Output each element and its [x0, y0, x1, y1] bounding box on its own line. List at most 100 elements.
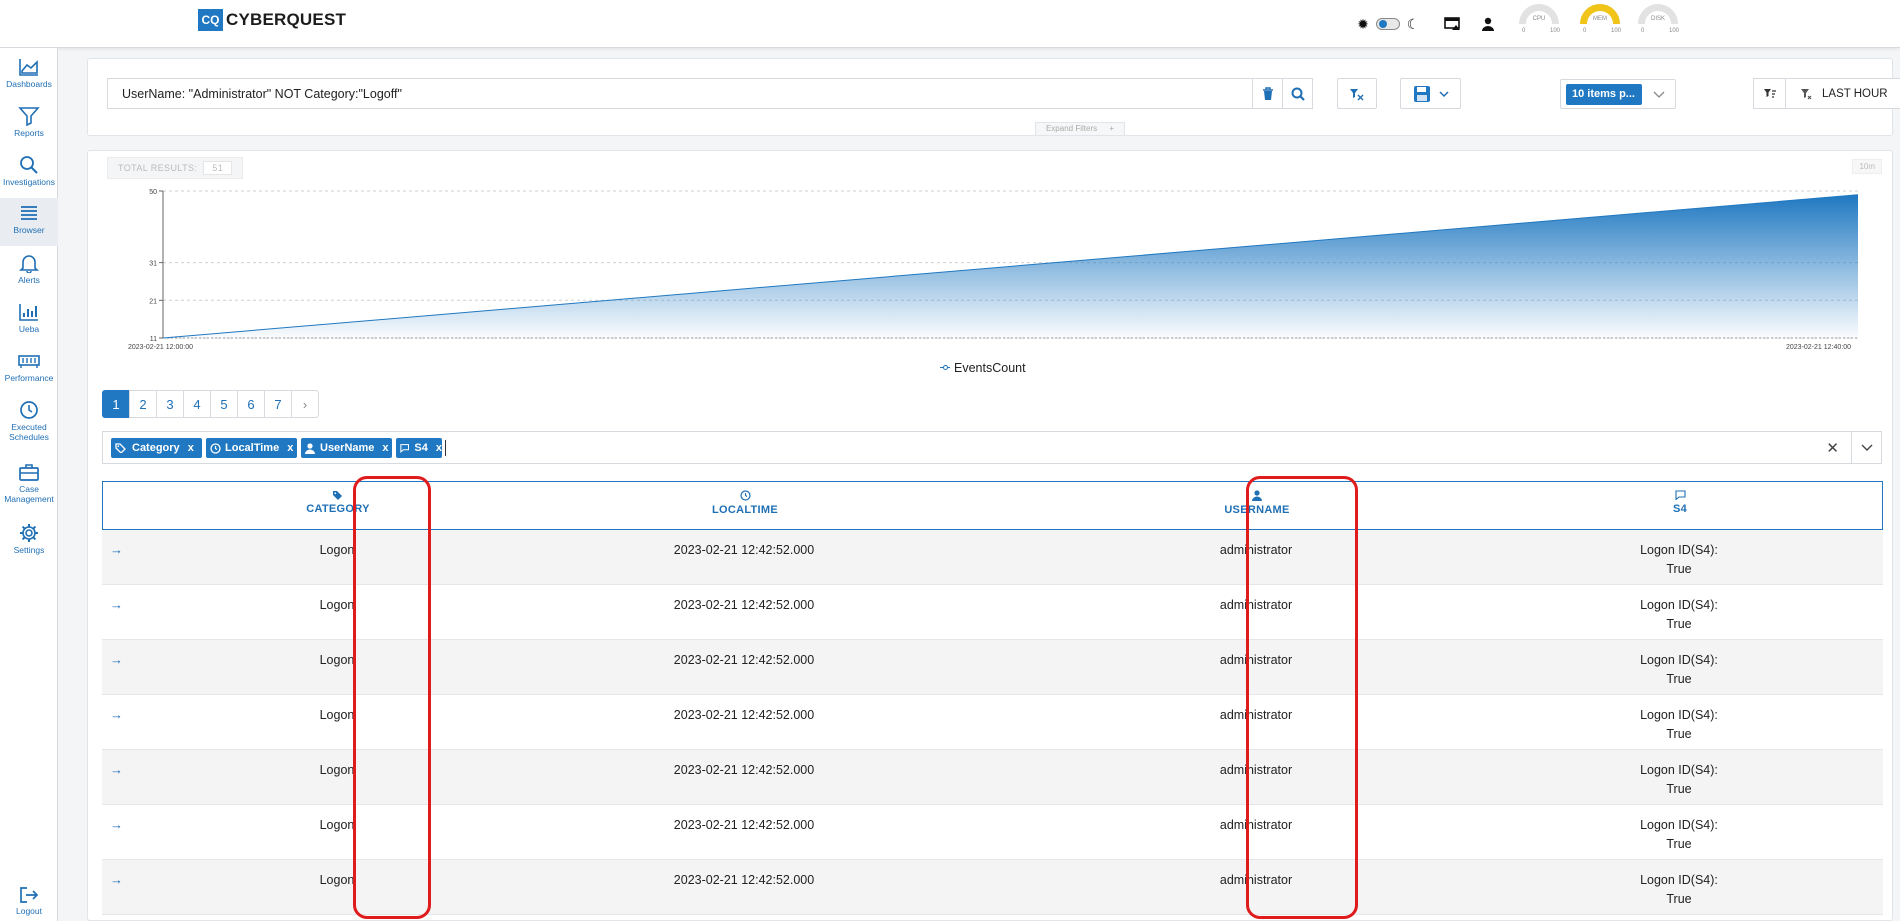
sidebar-item-performance[interactable]: Performance	[0, 346, 58, 394]
remove-chip-icon[interactable]: x	[188, 442, 194, 454]
chip-label: Category	[132, 442, 180, 454]
remove-chip-icon[interactable]: x	[436, 442, 442, 454]
cell-localtime: 2023-02-21 12:42:52.000	[673, 818, 815, 832]
cell-s4: Logon ID(S4): True	[1629, 871, 1729, 909]
page-button-7[interactable]: 7	[264, 390, 292, 418]
time-filter-button[interactable]	[1754, 79, 1786, 108]
sidebar-item-case-management[interactable]: Case Management	[0, 457, 58, 515]
chevron-down-icon	[1861, 444, 1872, 451]
x-tick-label: 2023-02-21 12:00:00	[128, 344, 193, 351]
column-dropdown-toggle[interactable]	[1851, 432, 1881, 463]
next-page-button[interactable]: ›	[291, 390, 319, 418]
sidebar-item-ueba[interactable]: Ueba	[0, 297, 58, 345]
top-bar: CQ CYBERQUEST ✹ ☾ CPU 0 100 MEM 0 100 DI…	[0, 0, 1900, 48]
chip-label: S4	[414, 442, 428, 454]
remove-chip-icon[interactable]: x	[287, 442, 293, 454]
cell-localtime: 2023-02-21 12:42:52.000	[673, 708, 815, 722]
column-chip-category[interactable]: Category x	[111, 438, 202, 458]
interval-badge[interactable]: 10m	[1852, 159, 1882, 174]
disk-gauge-min: 0	[1641, 28, 1645, 34]
expand-filters-toggle[interactable]: Expand Filters +	[1035, 122, 1125, 136]
sun-icon: ✹	[1357, 15, 1369, 32]
expand-row-arrow-icon[interactable]: →	[110, 542, 123, 557]
column-header-s4[interactable]: S4	[1640, 482, 1720, 529]
sidebar: Dashboards Reports Investigations Browse…	[0, 48, 58, 921]
total-results-label: TOTAL RESULTS:	[118, 163, 198, 173]
theme-toggle[interactable]	[1376, 18, 1400, 30]
cell-s4-line1: Logon ID(S4):	[1640, 763, 1718, 777]
monitor-alert-icon	[1444, 17, 1460, 30]
disk-gauge: DISK 0 100	[1637, 4, 1679, 36]
page-button-5[interactable]: 5	[210, 390, 238, 418]
cell-localtime: 2023-02-21 12:42:52.000	[673, 543, 815, 557]
filter-icon	[18, 107, 40, 126]
cell-s4: Logon ID(S4): True	[1629, 541, 1729, 579]
clear-query-button[interactable]	[1252, 78, 1283, 109]
expand-row-arrow-icon[interactable]: →	[110, 762, 123, 777]
remove-chip-icon[interactable]: x	[382, 442, 388, 454]
column-selector[interactable]: Category x LocalTime x UserName x S4 x ✕	[102, 431, 1882, 464]
sidebar-item-label: Settings	[13, 545, 45, 555]
chart-y-ticks: 50 31 21 11	[149, 189, 163, 343]
expand-row-arrow-icon[interactable]: →	[110, 817, 123, 832]
user-menu-button[interactable]	[1481, 9, 1495, 39]
sidebar-item-label: Reports	[14, 128, 44, 138]
time-range-label: LAST HOUR	[1822, 87, 1888, 100]
cell-s4-line2: True	[1666, 562, 1692, 576]
sidebar-item-settings[interactable]: Settings	[0, 518, 58, 566]
cell-s4: Logon ID(S4): True	[1629, 651, 1729, 689]
sidebar-item-label: Ueba	[18, 324, 40, 334]
chevron-down-icon	[1653, 91, 1665, 98]
logout-button[interactable]: Logout	[0, 881, 58, 921]
search-icon	[20, 156, 38, 174]
column-chip-s4[interactable]: S4 x	[396, 438, 442, 458]
chip-label: LocalTime	[225, 442, 280, 454]
cpu-gauge-track	[1519, 4, 1559, 24]
sidebar-item-reports[interactable]: Reports	[0, 101, 58, 149]
sidebar-item-label: Alerts	[18, 275, 40, 285]
filter-toggle-icon	[1350, 88, 1364, 100]
clear-columns-icon[interactable]: ✕	[1826, 439, 1839, 457]
expand-filters-label: Expand Filters	[1045, 124, 1098, 133]
chart-legend[interactable]: EventsCount	[940, 361, 1026, 375]
time-range-picker[interactable]: LAST HOUR	[1753, 78, 1900, 109]
sidebar-item-label: Browser	[13, 225, 45, 235]
save-search-button[interactable]	[1400, 78, 1461, 109]
quick-filter-button[interactable]	[1337, 78, 1377, 109]
sidebar-item-browser[interactable]: Browser	[0, 198, 58, 246]
header-label: S4	[1672, 503, 1688, 515]
search-query-input[interactable]: UserName: "Administrator" NOT Category:"…	[107, 78, 1286, 109]
expand-row-arrow-icon[interactable]: →	[110, 597, 123, 612]
page-button-6[interactable]: 6	[237, 390, 265, 418]
column-header-localtime[interactable]: LOCALTIME	[665, 482, 825, 529]
sidebar-item-alerts[interactable]: Alerts	[0, 248, 58, 296]
trash-icon	[1262, 86, 1273, 100]
page-button-4[interactable]: 4	[183, 390, 211, 418]
mem-gauge: MEM 0 100	[1579, 4, 1621, 36]
search-button[interactable]	[1282, 78, 1313, 109]
page-button-1[interactable]: 1	[102, 390, 130, 418]
cell-s4-line1: Logon ID(S4):	[1640, 873, 1718, 887]
page-button-3[interactable]: 3	[156, 390, 184, 418]
expand-row-arrow-icon[interactable]: →	[110, 872, 123, 887]
sidebar-item-investigations[interactable]: Investigations	[0, 150, 58, 198]
items-per-page-select[interactable]: 10 items p...	[1560, 79, 1676, 109]
save-icon	[1413, 85, 1430, 102]
disk-gauge-track	[1638, 4, 1678, 24]
expand-row-arrow-icon[interactable]: →	[110, 652, 123, 667]
column-chip-localtime[interactable]: LocalTime x	[206, 438, 297, 458]
page-button-2[interactable]: 2	[129, 390, 157, 418]
cell-localtime: 2023-02-21 12:42:52.000	[673, 598, 815, 612]
cell-s4-line1: Logon ID(S4):	[1640, 598, 1718, 612]
memory-icon	[18, 355, 40, 368]
sidebar-item-dashboards[interactable]: Dashboards	[0, 52, 58, 100]
notifications-button[interactable]	[1444, 9, 1462, 39]
logo-mark: CQ	[198, 9, 223, 31]
app-logo[interactable]: CQ CYBERQUEST	[198, 9, 346, 31]
bell-icon	[19, 255, 39, 273]
time-range-value[interactable]: LAST HOUR	[1786, 79, 1900, 108]
sidebar-item-executed-schedules[interactable]: Executed Schedules	[0, 395, 58, 453]
column-chip-username[interactable]: UserName x	[301, 438, 392, 458]
cell-localtime: 2023-02-21 12:42:52.000	[673, 653, 815, 667]
expand-row-arrow-icon[interactable]: →	[110, 707, 123, 722]
